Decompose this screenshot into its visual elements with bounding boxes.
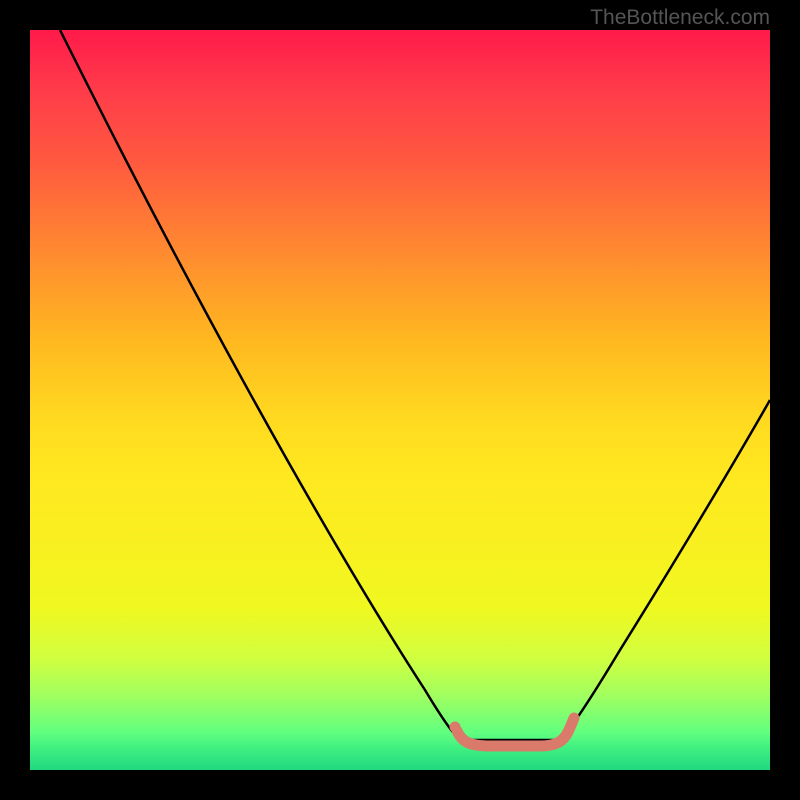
chart-container: TheBottleneck.com bbox=[0, 0, 800, 800]
watermark-text: TheBottleneck.com bbox=[590, 6, 770, 30]
plot-area bbox=[30, 30, 770, 770]
optimal-range bbox=[457, 718, 574, 746]
chart-svg bbox=[30, 30, 770, 770]
bottleneck-curve bbox=[60, 30, 770, 740]
